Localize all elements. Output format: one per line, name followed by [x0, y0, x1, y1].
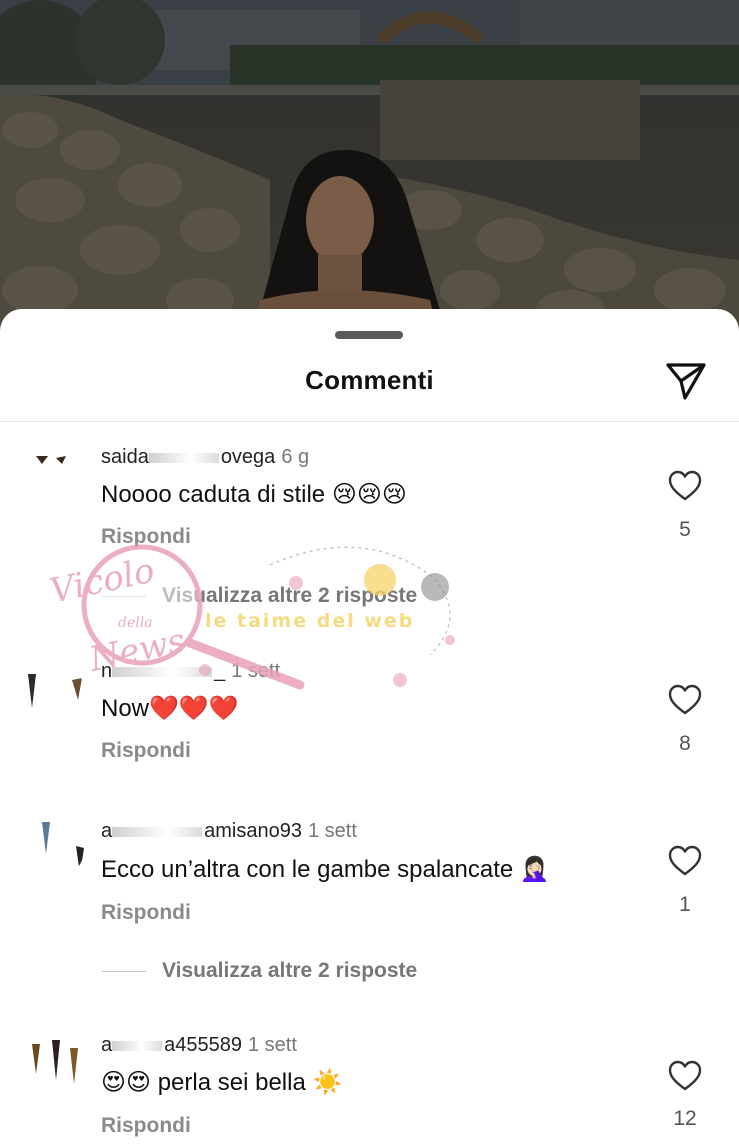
comment-username[interactable]: a amisano93 1 sett: [101, 820, 357, 843]
replies-line: [102, 595, 146, 597]
comment-time: 1 sett: [307, 820, 357, 842]
comment-text: Now❤️❤️❤️: [101, 695, 239, 722]
comment-username[interactable]: saida ovega 6 g: [101, 446, 309, 469]
heart-outline-icon[interactable]: [668, 1060, 702, 1092]
paper-plane-icon: [666, 363, 706, 400]
heart-outline-icon[interactable]: [668, 684, 702, 716]
avatar[interactable]: [22, 1034, 84, 1096]
comment-text: Ecco un’altra con le gambe spalancate 🤦🏻…: [101, 856, 550, 883]
comment-username[interactable]: n _ 1 sett: [101, 660, 280, 683]
like-count: 12: [673, 1107, 697, 1130]
username-redaction: [112, 666, 213, 677]
reply-button[interactable]: Rispondi: [101, 525, 191, 549]
reply-button[interactable]: Rispondi: [101, 901, 191, 925]
view-replies-button[interactable]: Visualizza altre 2 risposte: [102, 959, 417, 983]
header-divider: [0, 421, 739, 422]
comment-time: 1 sett: [231, 660, 281, 682]
avatar[interactable]: [22, 660, 84, 722]
username-redaction: [112, 826, 203, 837]
avatar[interactable]: [22, 818, 84, 880]
like-count: 8: [679, 732, 691, 755]
username-redaction: [112, 1040, 163, 1051]
username-redaction: [148, 452, 219, 463]
share-button[interactable]: [662, 359, 710, 403]
heart-outline-icon[interactable]: [668, 845, 702, 877]
comment-username[interactable]: a a455589 1 sett: [101, 1034, 297, 1057]
like-count: 1: [679, 893, 691, 916]
reply-button[interactable]: Rispondi: [101, 739, 191, 763]
photo-scene: [0, 0, 739, 340]
heart-outline-icon[interactable]: [668, 470, 702, 502]
avatar[interactable]: [22, 430, 84, 492]
grab-handle[interactable]: [335, 331, 403, 339]
comment-text: Noooo caduta di stile 😢😢😢: [101, 481, 407, 508]
comment-time: 1 sett: [248, 1034, 297, 1056]
post-photo-background: [0, 0, 739, 340]
replies-line: [102, 970, 146, 972]
comment-text: 😍😍 perla sei bella ☀️: [101, 1069, 343, 1096]
comment-time: 6 g: [281, 446, 310, 468]
comments-sheet: Commenti: [0, 309, 739, 1146]
view-replies-button[interactable]: Visualizza altre 2 risposte: [102, 584, 417, 608]
reply-button[interactable]: Rispondi: [101, 1114, 191, 1138]
like-count: 5: [679, 518, 691, 541]
sheet-title: Commenti: [305, 365, 434, 395]
